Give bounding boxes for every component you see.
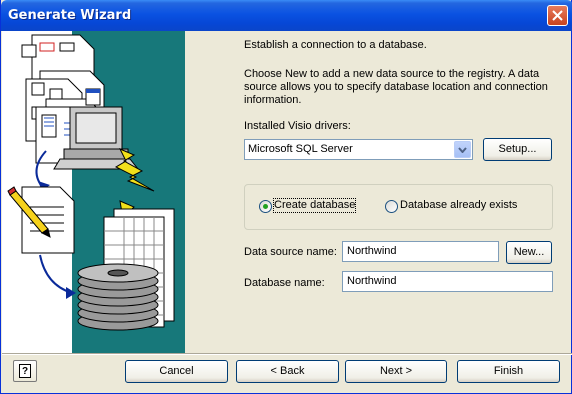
wizard-illustration-graphic — [7, 34, 175, 331]
drivers-selected-value: Microsoft SQL Server — [248, 143, 353, 155]
data-source-name-value: Northwind — [347, 245, 397, 257]
setup-button[interactable]: Setup... — [483, 138, 552, 161]
radio-selected-dot — [263, 204, 268, 209]
database-exists-radio[interactable] — [385, 200, 398, 213]
data-source-name-label: Data source name: — [244, 246, 337, 258]
database-name-label: Database name: — [244, 277, 325, 289]
dropdown-arrow-button[interactable] — [454, 141, 471, 158]
close-icon — [552, 10, 563, 21]
help-icon: ? — [19, 364, 31, 378]
create-database-radio[interactable] — [259, 200, 272, 213]
help-button[interactable]: ? — [13, 360, 37, 382]
new-data-source-button[interactable]: New... — [506, 241, 552, 264]
intro-line-2: source allows you to specify database lo… — [244, 81, 548, 93]
dropdown-arrow-icon — [458, 147, 467, 153]
drivers-dropdown[interactable]: Microsoft SQL Server — [244, 139, 473, 160]
back-button[interactable]: < Back — [236, 360, 339, 383]
finish-button[interactable]: Finish — [457, 360, 560, 383]
window-title: Generate Wizard — [8, 8, 132, 23]
intro-heading: Establish a connection to a database. — [244, 39, 427, 51]
wizard-window: Generate Wizard Establish a connection t… — [0, 0, 572, 394]
next-button[interactable]: Next > — [345, 360, 447, 383]
drivers-label: Installed Visio drivers: — [244, 120, 351, 132]
footer-separator — [2, 353, 572, 355]
intro-line-1: Choose New to add a new data source to t… — [244, 68, 540, 80]
wizard-illustration — [2, 31, 185, 353]
close-button[interactable] — [547, 5, 568, 26]
data-source-name-input[interactable]: Northwind — [342, 241, 499, 262]
database-name-value: Northwind — [347, 275, 397, 287]
title-bar[interactable]: Generate Wizard — [1, 0, 572, 31]
intro-line-3: information. — [244, 94, 302, 106]
create-database-label[interactable]: Create database — [272, 198, 357, 213]
database-name-input[interactable]: Northwind — [342, 271, 553, 292]
cancel-button[interactable]: Cancel — [125, 360, 228, 383]
database-exists-label[interactable]: Database already exists — [400, 199, 517, 212]
